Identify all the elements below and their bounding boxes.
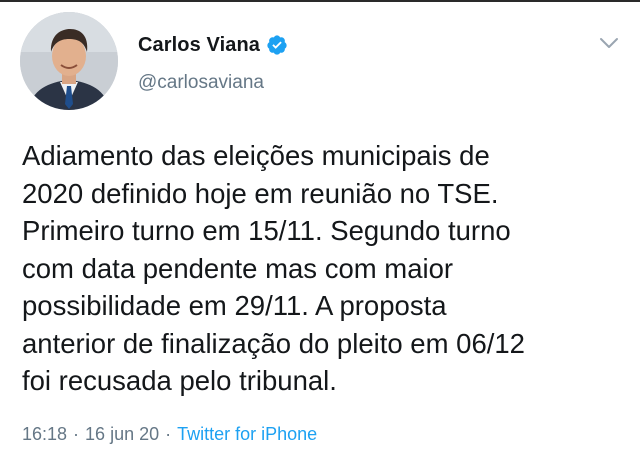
author-row: Carlos Viana [138, 30, 288, 60]
tweet-source-link[interactable]: Twitter for iPhone [177, 424, 317, 445]
tweet-card: Carlos Viana @carlosaviana Adiamento das… [0, 0, 640, 459]
tweet-meta: 16:18 · 16 jun 20 · Twitter for iPhone [22, 424, 317, 445]
meta-separator: · [165, 424, 172, 444]
profile-photo-icon [20, 12, 118, 110]
user-handle[interactable]: @carlosaviana [138, 72, 264, 94]
more-options-button[interactable] [594, 28, 624, 58]
chevron-down-icon [600, 38, 618, 48]
verified-badge-icon [266, 34, 288, 56]
avatar[interactable] [20, 12, 118, 110]
meta-separator: · [73, 424, 80, 444]
tweet-date[interactable]: 16 jun 20 [85, 424, 159, 445]
tweet-text: Adiamento das eleições municipais de 202… [22, 140, 525, 396]
tweet-time[interactable]: 16:18 [22, 424, 67, 445]
display-name[interactable]: Carlos Viana [138, 34, 260, 57]
